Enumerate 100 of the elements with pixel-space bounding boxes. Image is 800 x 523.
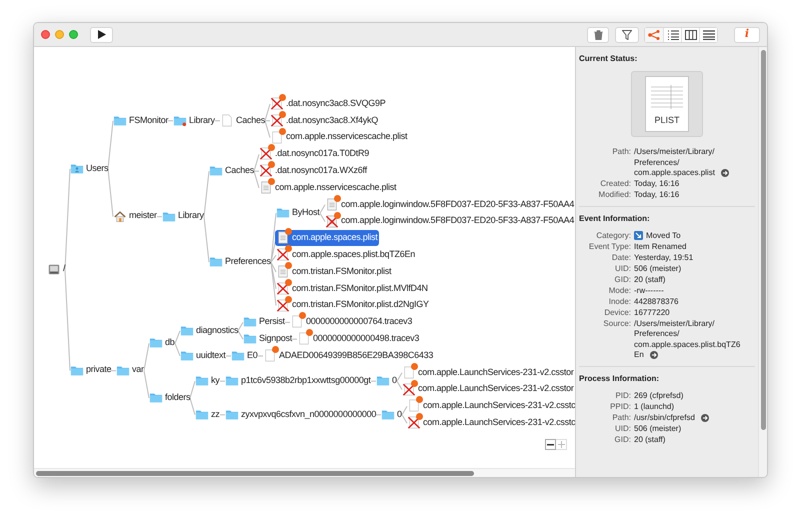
tree-node[interactable]: db xyxy=(148,334,176,351)
tree-node[interactable]: com.apple.LaunchServices-231-v2.csstor xyxy=(401,381,575,398)
tree-node[interactable]: Caches xyxy=(208,162,256,179)
view-mode-tab[interactable] xyxy=(681,28,699,42)
zoom-out-button[interactable] xyxy=(545,439,556,450)
reveal-arrow-icon[interactable] xyxy=(720,169,729,178)
tree-node[interactable]: zz xyxy=(194,406,220,422)
play-icon xyxy=(98,30,106,39)
tree-node[interactable]: .dat.nosync017a.T0DtR9 xyxy=(258,146,370,162)
field-label: Path: xyxy=(611,412,631,423)
tree-node[interactable]: com.apple.LaunchServices-231-v2.csstor xyxy=(401,364,575,380)
tree-node[interactable]: FSMonitor xyxy=(112,112,170,128)
tree-node[interactable]: com.apple.nsservicescache.plist xyxy=(269,129,408,146)
tree-node[interactable]: var xyxy=(115,362,145,378)
field-value: Item Renamed xyxy=(634,242,686,252)
tree-node[interactable]: Persist xyxy=(242,314,286,330)
tree-node[interactable]: .dat.nosync3ac8.SVQG9P xyxy=(269,96,387,112)
zoom-button[interactable] xyxy=(69,30,78,39)
section-title: Process Information: xyxy=(579,372,660,384)
field-value: En xyxy=(634,350,644,360)
tree-node[interactable]: com.apple.loginwindow.5F8FD037-ED20-5F33-A837-F50AA4 xyxy=(324,196,575,212)
tree-node[interactable]: Caches xyxy=(219,112,266,128)
tree-node[interactable]: diagnostics xyxy=(179,322,240,338)
tree-node[interactable]: com.tristan.FSMonitor.plist.d2NgIGY xyxy=(275,297,430,314)
field-value: 20 (staff) xyxy=(634,274,666,285)
field-label: Source: xyxy=(602,318,631,330)
field-label: GID: xyxy=(614,274,631,285)
tree-node[interactable]: com.apple.nsservicescache.plist xyxy=(258,180,398,196)
tree-node[interactable]: ByHost xyxy=(275,204,321,221)
field-value: 506 (meister) xyxy=(634,424,682,434)
reveal-arrow-icon[interactable] xyxy=(700,414,709,422)
play-button[interactable] xyxy=(90,26,113,42)
tree-node[interactable]: private xyxy=(69,362,112,378)
connector-line xyxy=(220,414,226,416)
tree-node[interactable]: meister xyxy=(112,208,158,224)
tree-node[interactable]: folders xyxy=(148,390,192,406)
field-label: Device: xyxy=(603,308,631,318)
connector-line xyxy=(110,370,116,372)
tree-node[interactable]: com.apple.LaunchServices-231-v2.csstc xyxy=(406,398,575,414)
tree-node[interactable]: Preferences xyxy=(208,254,272,270)
field-label: UID: xyxy=(614,264,631,274)
tree-node[interactable]: ky xyxy=(194,372,220,389)
tree-node[interactable]: .dat.nosync3ac8.Xf4ykQ xyxy=(269,112,380,128)
tree-node[interactable]: 0 xyxy=(380,406,403,422)
tree-node[interactable]: .dat.nosync017a.WXz6ff xyxy=(258,162,368,179)
plus-icon xyxy=(558,441,564,448)
view-mode-tab[interactable] xyxy=(663,28,681,42)
trash-button[interactable] xyxy=(587,26,609,42)
tree-node[interactable]: Signpost xyxy=(242,330,294,347)
field-label: GID: xyxy=(614,434,631,445)
section-title: Current Status: xyxy=(579,53,638,65)
tree-node[interactable]: 0000000000000498.tracev3 xyxy=(296,330,420,347)
scrollbar-thumb[interactable] xyxy=(760,50,766,430)
columns-view-icon xyxy=(684,30,696,40)
field-value: 4428878376 xyxy=(634,296,678,307)
close-button[interactable] xyxy=(41,30,50,39)
tree-node[interactable]: E0 xyxy=(230,348,259,364)
scrollbar-thumb[interactable] xyxy=(36,470,474,476)
table-lines-icon xyxy=(651,85,683,111)
view-mode-tab[interactable] xyxy=(699,28,717,42)
connector-line xyxy=(220,380,226,382)
filter-button[interactable] xyxy=(615,26,639,42)
tree-node[interactable]: Library xyxy=(172,112,216,128)
file-type-label: PLIST xyxy=(654,114,680,127)
tree-node[interactable]: uuidtext xyxy=(179,348,227,364)
tree-node[interactable]: ADAED00649399B856E29BA398C6433 xyxy=(262,348,434,364)
field-label: PPID: xyxy=(609,402,631,412)
tree-node[interactable]: com.tristan.FSMonitor.plist.MVlfD4N xyxy=(275,280,429,296)
tree-node[interactable]: / xyxy=(46,261,66,278)
field-value: com.apple.spaces.plist.bqTZ6 xyxy=(634,340,740,350)
field-value: 506 (meister) xyxy=(634,264,682,274)
tree-node[interactable]: p1tc6v5938b2rbp1xxwttsg00000gt xyxy=(224,372,372,389)
horizontal-scrollbar[interactable] xyxy=(34,468,575,477)
tree-node[interactable]: com.tristan.FSMonitor.plist xyxy=(275,264,392,280)
tree-node[interactable]: zyxvpxvq6csfxvn_n0000000000000 xyxy=(224,406,378,422)
minus-icon xyxy=(547,444,554,446)
tree-node[interactable]: com.apple.loginwindow.5F8FD037-ED20-5F33-A837-F50AA4 xyxy=(324,213,575,230)
tree-node[interactable]: com.apple.LaunchServices-231-v2.csstc xyxy=(406,414,575,431)
tree-node[interactable]: Users xyxy=(69,160,110,176)
connector-line xyxy=(284,322,290,323)
field-value: 16777220 xyxy=(634,308,670,318)
section-title: Event Information: xyxy=(579,212,651,224)
field-label: Date: xyxy=(610,252,631,263)
field-value: /Users/meister/Library/ xyxy=(634,147,714,158)
field-value: com.apple.spaces.plist xyxy=(634,168,715,178)
field-value: 269 (cfprefsd) xyxy=(634,390,684,401)
tree-node[interactable]: 0 xyxy=(375,372,398,389)
connector-line xyxy=(376,414,382,416)
tree-node[interactable]: Library xyxy=(161,208,205,224)
connector-line xyxy=(214,120,220,122)
vertical-scrollbar[interactable] xyxy=(758,47,767,477)
tree-node[interactable]: 0000000000000764.tracev3 xyxy=(289,314,414,330)
field-value: Preferences/ xyxy=(634,158,680,168)
connector-line xyxy=(156,216,162,218)
connector-line xyxy=(168,120,174,122)
reveal-arrow-icon[interactable] xyxy=(650,351,658,360)
field-label: Created: xyxy=(599,179,631,190)
lines-view-icon xyxy=(702,30,714,40)
tree-node[interactable]: com.apple.spaces.plist.bqTZ6En xyxy=(275,246,416,263)
tree-node[interactable]: com.apple.spaces.plist xyxy=(275,230,379,246)
